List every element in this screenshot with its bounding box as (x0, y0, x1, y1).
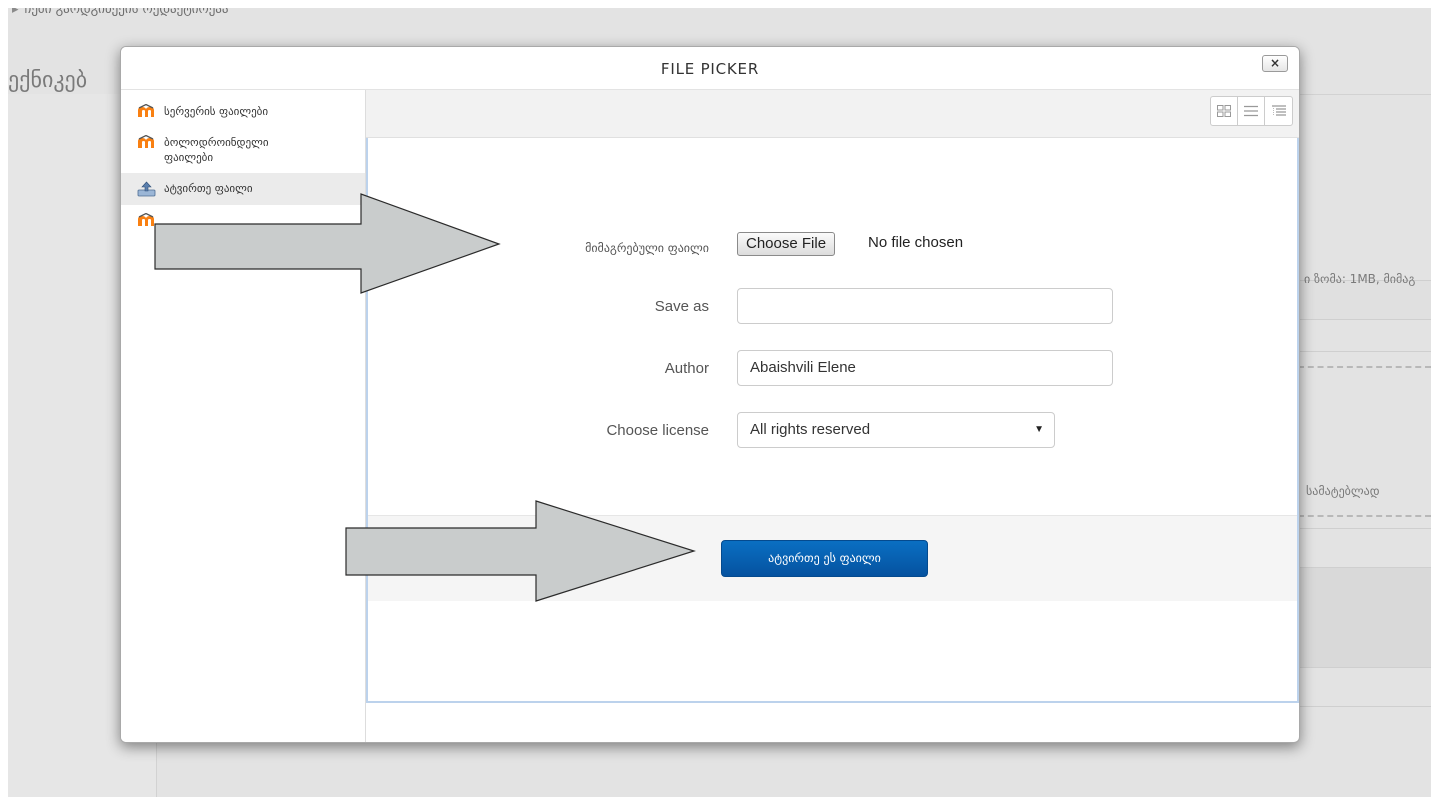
list-icon (1244, 105, 1258, 117)
author-label: Author (664, 360, 709, 377)
view-switcher (1210, 96, 1293, 126)
background-panel (1298, 320, 1431, 352)
size-note: ი ზომა: 1MB, მიმაგ (1304, 272, 1416, 286)
saveas-row: Save as (368, 288, 1297, 328)
breadcrumb: ▸ ჩემი გაოდგინეეის ოედაქტიოეაა (12, 8, 229, 17)
moodle-icon (138, 104, 154, 117)
close-button[interactable]: × (1262, 55, 1288, 72)
dialog-title: FILE PICKER (660, 60, 760, 78)
page-heading: ექნიკებ (8, 68, 88, 93)
repository-list: სერვერის ფაილები ბოლოდროინდელი ფაილები ა… (121, 90, 366, 742)
license-value: All rights reserved (750, 421, 871, 438)
tree-view-button[interactable] (1265, 97, 1292, 125)
background-panel (1298, 280, 1431, 320)
icons-view-button[interactable] (1211, 97, 1238, 125)
repository-item-recent-files[interactable]: ბოლოდროინდელი ფაილები (121, 127, 365, 173)
background-panel (1298, 528, 1431, 568)
license-label: Choose license (606, 422, 709, 439)
tree-icon (1271, 105, 1286, 116)
saveas-label: Save as (654, 298, 709, 315)
repository-label: სერვერის ფაილები (164, 105, 269, 118)
author-input[interactable]: Abaishvili Elene (737, 350, 1113, 386)
no-file-text: No file chosen (868, 234, 964, 251)
license-row: Choose license All rights reserved ▼ (368, 412, 1297, 452)
background-divider (1298, 706, 1431, 707)
dashed-divider (1298, 515, 1431, 517)
list-view-button[interactable] (1238, 97, 1265, 125)
view-toolbar (366, 90, 1299, 138)
license-select[interactable]: All rights reserved ▼ (737, 412, 1055, 448)
author-row: Author Abaishvili Elene (368, 350, 1297, 390)
attachment-label: მიმაგრებული ფაილი (585, 241, 709, 255)
choose-file-button[interactable]: Choose File (737, 232, 836, 256)
upload-file-button[interactable]: ატვირთე ეს ფაილი (721, 540, 928, 577)
repository-label: ბოლოდროინდელი ფაილები (164, 136, 269, 164)
annotation-arrow-icon (345, 500, 696, 602)
dashed-divider (1298, 366, 1431, 368)
side-text: სამატებლად (1306, 484, 1380, 498)
grid-icon (1217, 105, 1231, 117)
file-picker-dialog: FILE PICKER × სერვერის ფაილები ბოლოდროინ… (120, 46, 1300, 743)
caret-down-icon: ▼ (1034, 424, 1044, 435)
dialog-titlebar: FILE PICKER × (121, 47, 1299, 90)
background-panel (1298, 568, 1431, 668)
upload-form: მიმაგრებული ფაილი Choose File No file ch… (366, 138, 1299, 703)
attachment-row: მიმაგრებული ფაილი Choose File No file ch… (368, 228, 1297, 268)
repository-item-server-files[interactable]: სერვერის ფაილები (121, 96, 365, 127)
saveas-input[interactable] (737, 288, 1113, 324)
annotation-arrow-icon (154, 193, 501, 294)
picker-main: მიმაგრებული ფაილი Choose File No file ch… (366, 90, 1299, 742)
